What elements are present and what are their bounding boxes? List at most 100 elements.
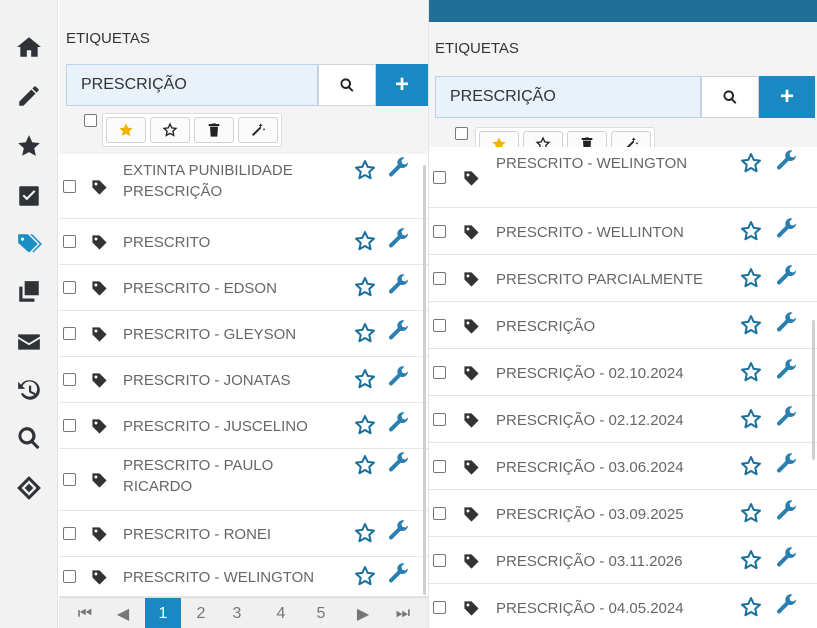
favorite-toggle[interactable] bbox=[353, 275, 377, 299]
magic-button[interactable] bbox=[238, 117, 278, 143]
favorite-toggle[interactable] bbox=[739, 266, 763, 290]
settings-button[interactable] bbox=[775, 593, 799, 617]
list-item[interactable]: EXTINTA PUNIBILIDADE PRESCRIÇÃO bbox=[59, 154, 428, 219]
favorite-toggle[interactable] bbox=[353, 413, 377, 437]
list-item[interactable]: PRESCRITO - GLEYSON bbox=[59, 311, 428, 357]
sidebar-item-edit[interactable] bbox=[0, 74, 58, 118]
next-page-button[interactable]: ▶ bbox=[349, 598, 377, 628]
row-checkbox[interactable] bbox=[63, 570, 76, 583]
favorite-toggle[interactable] bbox=[739, 313, 763, 337]
add-tag-button[interactable]: + bbox=[759, 76, 815, 118]
settings-button[interactable] bbox=[387, 365, 411, 389]
delete-button[interactable] bbox=[194, 117, 234, 143]
select-all-checkbox[interactable] bbox=[84, 114, 97, 127]
list-item[interactable]: PRESCRITO - WELLINTON bbox=[429, 208, 817, 255]
search-input[interactable]: PRESCRIÇÃO bbox=[66, 64, 318, 106]
settings-button[interactable] bbox=[775, 405, 799, 429]
row-checkbox[interactable] bbox=[63, 419, 76, 432]
favorite-toggle[interactable] bbox=[353, 521, 377, 545]
settings-button[interactable] bbox=[387, 319, 411, 343]
sidebar-item-home[interactable] bbox=[0, 25, 58, 69]
row-checkbox[interactable] bbox=[433, 507, 446, 520]
list-item[interactable]: PRESCRITO - WELINGTON bbox=[59, 557, 428, 597]
page-2-button[interactable]: 2 bbox=[187, 598, 215, 628]
row-checkbox[interactable] bbox=[63, 373, 76, 386]
favorite-toggle[interactable] bbox=[739, 407, 763, 431]
settings-button[interactable] bbox=[387, 156, 411, 180]
search-button[interactable] bbox=[318, 64, 376, 106]
favorite-toggle[interactable] bbox=[353, 564, 377, 588]
list-item[interactable]: PRESCRITO - JONATAS bbox=[59, 357, 428, 403]
select-all-checkbox[interactable] bbox=[455, 127, 468, 140]
favorite-toggle[interactable] bbox=[739, 595, 763, 619]
settings-button[interactable] bbox=[775, 311, 799, 335]
row-checkbox[interactable] bbox=[63, 527, 76, 540]
prev-page-button[interactable]: ◀ bbox=[109, 598, 137, 628]
sidebar-item-tags[interactable] bbox=[0, 222, 58, 266]
sidebar-item-messages[interactable] bbox=[0, 320, 58, 364]
settings-button[interactable] bbox=[387, 411, 411, 435]
favorite-toggle[interactable] bbox=[353, 229, 377, 253]
list-item[interactable]: PRESCRIÇÃO - 04.05.2024 bbox=[429, 584, 817, 628]
sidebar-item-copies[interactable] bbox=[0, 270, 58, 314]
row-checkbox[interactable] bbox=[433, 460, 446, 473]
list-item[interactable]: PRESCRIÇÃO - 03.11.2026 bbox=[429, 537, 817, 584]
row-checkbox[interactable] bbox=[63, 281, 76, 294]
row-checkbox[interactable] bbox=[63, 327, 76, 340]
settings-button[interactable] bbox=[775, 358, 799, 382]
settings-button[interactable] bbox=[775, 149, 799, 173]
sidebar-item-history[interactable] bbox=[0, 368, 58, 412]
search-input[interactable]: PRESCRIÇÃO bbox=[435, 76, 701, 118]
page-1-button[interactable]: 1 bbox=[145, 598, 181, 628]
scrollbar[interactable] bbox=[423, 165, 426, 595]
page-3-button[interactable]: 3 bbox=[223, 598, 251, 628]
settings-button[interactable] bbox=[775, 499, 799, 523]
settings-button[interactable] bbox=[775, 452, 799, 476]
row-checkbox[interactable] bbox=[433, 554, 446, 567]
unfavorite-button[interactable] bbox=[150, 117, 190, 143]
settings-button[interactable] bbox=[387, 451, 411, 475]
search-button[interactable] bbox=[701, 76, 759, 118]
favorite-toggle[interactable] bbox=[739, 151, 763, 175]
row-checkbox[interactable] bbox=[63, 180, 76, 193]
row-checkbox[interactable] bbox=[433, 413, 446, 426]
row-checkbox[interactable] bbox=[433, 601, 446, 614]
list-item[interactable]: PRESCRITO - RONEI bbox=[59, 511, 428, 557]
sidebar-item-logo[interactable] bbox=[0, 466, 58, 510]
favorite-toggle[interactable] bbox=[739, 360, 763, 384]
list-item[interactable]: PRESCRITO - EDSON bbox=[59, 265, 428, 311]
list-item[interactable]: PRESCRITO - JUSCELINO bbox=[59, 403, 428, 449]
favorite-button[interactable] bbox=[106, 117, 146, 143]
row-checkbox[interactable] bbox=[433, 272, 446, 285]
add-tag-button[interactable]: + bbox=[376, 64, 428, 106]
settings-button[interactable] bbox=[775, 546, 799, 570]
list-item[interactable]: PRESCRIÇÃO - 03.09.2025 bbox=[429, 490, 817, 537]
list-item[interactable]: PRESCRIÇÃO - 02.12.2024 bbox=[429, 396, 817, 443]
settings-button[interactable] bbox=[387, 273, 411, 297]
row-checkbox[interactable] bbox=[433, 171, 446, 184]
list-item[interactable]: PRESCRIÇÃO - 02.10.2024 bbox=[429, 349, 817, 396]
favorite-toggle[interactable] bbox=[353, 367, 377, 391]
first-page-button[interactable]: ⏮ bbox=[71, 598, 99, 628]
settings-button[interactable] bbox=[387, 519, 411, 543]
favorite-toggle[interactable] bbox=[739, 454, 763, 478]
row-checkbox[interactable] bbox=[433, 319, 446, 332]
settings-button[interactable] bbox=[775, 264, 799, 288]
settings-button[interactable] bbox=[387, 227, 411, 251]
favorite-toggle[interactable] bbox=[739, 219, 763, 243]
page-4-button[interactable]: 4 bbox=[267, 598, 295, 628]
favorite-toggle[interactable] bbox=[353, 321, 377, 345]
favorite-toggle[interactable] bbox=[353, 158, 377, 182]
sidebar-item-favorites[interactable] bbox=[0, 124, 58, 168]
page-5-button[interactable]: 5 bbox=[307, 598, 335, 628]
row-checkbox[interactable] bbox=[433, 366, 446, 379]
settings-button[interactable] bbox=[775, 217, 799, 241]
list-item[interactable]: PRESCRITO - WELINGTON bbox=[429, 147, 817, 208]
row-checkbox[interactable] bbox=[433, 225, 446, 238]
sidebar-item-search[interactable] bbox=[0, 416, 58, 460]
list-item[interactable]: PRESCRITO PARCIALMENTE bbox=[429, 255, 817, 302]
last-page-button[interactable]: ⏭ bbox=[389, 598, 417, 628]
favorite-toggle[interactable] bbox=[739, 501, 763, 525]
favorite-toggle[interactable] bbox=[353, 453, 377, 477]
list-item[interactable]: PRESCRIÇÃO - 03.06.2024 bbox=[429, 443, 817, 490]
